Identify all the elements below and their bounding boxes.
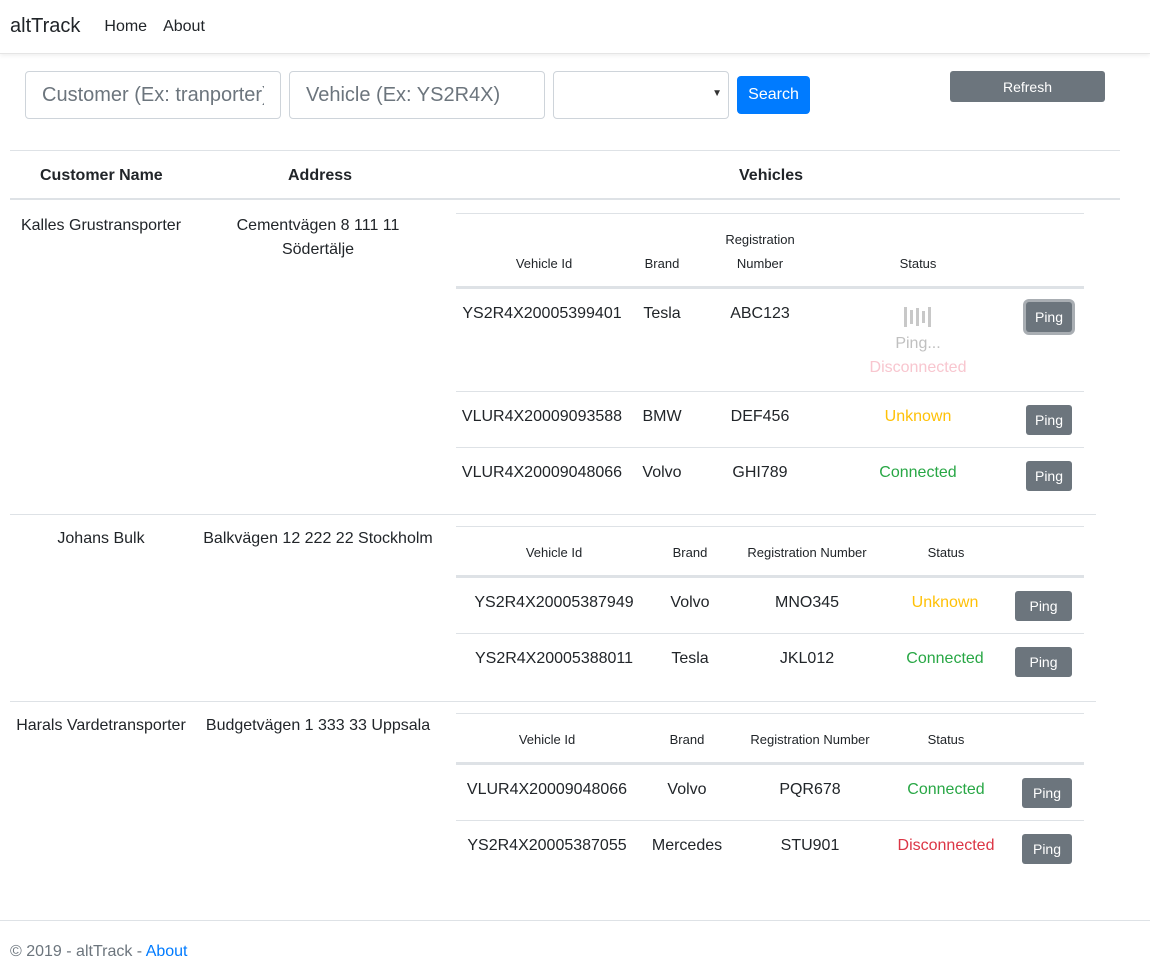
customer-name: Harals Vardetransporter: [16, 717, 186, 734]
vehicle-brand: Tesla: [643, 305, 681, 322]
header-brand: Brand: [669, 732, 705, 747]
navbar: altTrack Home About: [0, 0, 1150, 54]
nav-link-about[interactable]: About: [163, 18, 205, 36]
vehicle-brand: Mercedes: [651, 837, 723, 854]
vehicle-row: YS2R4X20005399401 Tesla ABC123 Ping... D…: [456, 288, 1084, 391]
vehicle-id: VLUR4X20009048066: [466, 781, 628, 798]
footer-text: © 2019 - altTrack - About: [10, 943, 188, 961]
vehicle-brand: Tesla: [671, 650, 709, 667]
loading-spinner-icon: [904, 307, 931, 327]
header-brand: Brand: [672, 545, 708, 560]
ping-button[interactable]: Ping: [1022, 834, 1072, 864]
vehicle-brand: Volvo: [642, 464, 682, 481]
customers-table-header: Customer Name Address Vehicles: [10, 150, 1120, 200]
vehicles-table-header: Vehicle Id Brand Registration Number Sta…: [456, 214, 1084, 288]
header-brand: Brand: [644, 256, 680, 271]
vehicle-reg: JKL012: [779, 650, 835, 667]
vehicle-id: YS2R4X20005399401: [462, 305, 622, 322]
vehicle-reg: MNO345: [774, 594, 840, 611]
footer-copyright: © 2019 - altTrack -: [10, 943, 146, 960]
header-registration-number: Registration Number: [725, 232, 795, 271]
search-button[interactable]: Search: [737, 76, 810, 114]
header-vehicle-id: Vehicle Id: [518, 732, 576, 747]
customer-name: Kalles Grustransporter: [20, 217, 182, 234]
vehicle-status: Connected: [907, 781, 985, 798]
header-address: Address: [288, 167, 353, 184]
vehicle-status: Unknown: [911, 594, 979, 611]
caret-down-icon: ▼: [712, 88, 722, 99]
vehicle-brand: Volvo: [670, 594, 710, 611]
customer-address: Cementvägen 8 111 11 Södertälje: [236, 217, 400, 258]
customer-row: Harals Vardetransporter Budgetvägen 1 33…: [10, 702, 1120, 902]
vehicle-status: Unknown: [884, 408, 952, 425]
vehicle-row: VLUR4X20009093588 BMW DEF456 Unknown Pin…: [456, 391, 1084, 447]
ping-button[interactable]: Ping: [1022, 778, 1072, 808]
vehicle-status: Connected: [906, 650, 984, 667]
customer-row: Kalles Grustransporter Cementvägen 8 111…: [10, 202, 1120, 514]
header-status: Status: [927, 732, 965, 747]
vehicle-id: YS2R4X20005388011: [474, 650, 634, 667]
ping-button[interactable]: Ping: [1026, 461, 1072, 491]
refresh-button[interactable]: Refresh: [950, 71, 1105, 102]
status-filter-select[interactable]: ▼: [553, 71, 729, 119]
footer: © 2019 - altTrack - About: [0, 920, 1150, 966]
nav-link-home[interactable]: Home: [104, 18, 147, 36]
vehicle-reg: DEF456: [730, 408, 790, 425]
vehicles-table-header: Vehicle Id Brand Registration Number Sta…: [456, 527, 1084, 577]
vehicle-brand: Volvo: [667, 781, 707, 798]
vehicle-id: VLUR4X20009093588: [461, 408, 623, 425]
vehicle-id: YS2R4X20005387949: [474, 594, 634, 611]
ping-button[interactable]: Ping: [1026, 405, 1072, 435]
vehicle-id: VLUR4X20009048066: [461, 464, 623, 481]
vehicle-reg: STU901: [780, 837, 840, 854]
customer-address: Balkvägen 12 222 22 Stockholm: [203, 530, 433, 547]
header-vehicles: Vehicles: [739, 167, 804, 184]
ping-button[interactable]: Ping: [1026, 302, 1072, 332]
customers-table: Customer Name Address Vehicles Kalles Gr…: [10, 150, 1120, 864]
header-registration-number: Registration Number: [747, 545, 867, 560]
customer-address: Budgetvägen 1 333 33 Uppsala: [205, 717, 431, 734]
header-vehicle-id: Vehicle Id: [515, 256, 573, 271]
vehicle-reg: PQR678: [779, 781, 841, 798]
header-registration-number: Registration Number: [750, 732, 870, 747]
vehicles-table: Vehicle Id Brand Registration Number Sta…: [456, 526, 1084, 689]
header-status: Status: [927, 545, 965, 560]
vehicle-id: YS2R4X20005387055: [467, 837, 627, 854]
vehicle-reg: GHI789: [732, 464, 788, 481]
footer-about-link[interactable]: About: [146, 943, 188, 960]
vehicles-table: Vehicle Id Brand Registration Number Sta…: [456, 213, 1084, 503]
customer-search-input[interactable]: [25, 71, 281, 119]
vehicle-row: YS2R4X20005388011 Tesla JKL012 Connected…: [456, 633, 1084, 689]
vehicle-brand: BMW: [642, 408, 682, 425]
customer-name: Johans Bulk: [57, 530, 145, 547]
vehicle-row: YS2R4X20005387055 Mercedes STU901 Discon…: [456, 820, 1084, 876]
vehicle-row: YS2R4X20005387949 Volvo MNO345 Unknown P…: [456, 577, 1084, 633]
vehicle-status: Disconnected: [869, 359, 967, 376]
vehicles-table-header: Vehicle Id Brand Registration Number Sta…: [456, 714, 1084, 764]
header-status: Status: [899, 256, 937, 271]
vehicle-search-input[interactable]: [289, 71, 545, 119]
customer-row: Johans Bulk Balkvägen 12 222 22 Stockhol…: [10, 515, 1120, 701]
header-customer-name: Customer Name: [40, 167, 163, 184]
vehicles-table: Vehicle Id Brand Registration Number Sta…: [456, 713, 1084, 876]
ping-button[interactable]: Ping: [1015, 591, 1072, 621]
ping-progress-text: Ping...: [895, 335, 941, 352]
vehicle-row: VLUR4X20009048066 Volvo PQR678 Connected…: [456, 764, 1084, 820]
vehicle-row: VLUR4X20009048066 Volvo GHI789 Connected…: [456, 447, 1084, 503]
ping-button[interactable]: Ping: [1015, 647, 1072, 677]
brand-logo[interactable]: altTrack: [10, 15, 80, 38]
vehicle-status: Connected: [879, 464, 957, 481]
vehicle-status: Disconnected: [897, 837, 995, 854]
vehicle-reg: ABC123: [730, 305, 790, 322]
header-vehicle-id: Vehicle Id: [525, 545, 583, 560]
